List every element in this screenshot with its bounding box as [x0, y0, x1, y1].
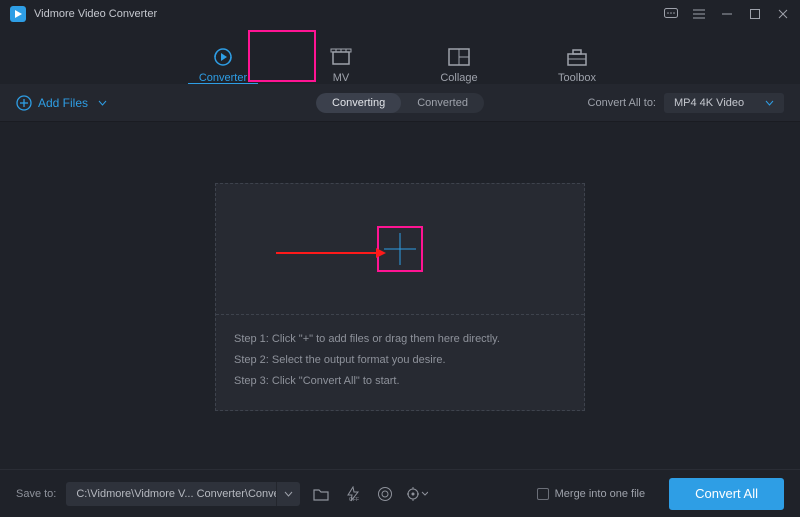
convert-all-to-label: Convert All to: — [588, 97, 656, 109]
footer-bar: Save to: C:\Vidmore\Vidmore V... Convert… — [0, 469, 800, 517]
step-text: Step 2: Select the output format you des… — [234, 350, 566, 371]
chevron-down-icon — [284, 491, 293, 497]
save-path-box: C:\Vidmore\Vidmore V... Converter\Conver… — [66, 482, 300, 506]
feedback-icon[interactable] — [664, 7, 678, 21]
title-bar: Vidmore Video Converter — [0, 0, 800, 28]
app-title: Vidmore Video Converter — [34, 8, 157, 20]
convert-all-button[interactable]: Convert All — [669, 478, 784, 510]
svg-text:OFF: OFF — [349, 497, 359, 502]
convert-all-to: Convert All to: MP4 4K Video — [588, 93, 784, 113]
chevron-down-icon — [421, 491, 428, 496]
tab-collage[interactable]: Collage — [424, 42, 494, 84]
close-icon[interactable] — [776, 7, 790, 21]
secondary-bar: Add Files Converting Converted Convert A… — [0, 84, 800, 122]
tab-label: MV — [333, 72, 350, 84]
stage: Step 1: Click "+" to add files or drag t… — [0, 122, 800, 472]
menu-icon[interactable] — [692, 7, 706, 21]
tab-converter[interactable]: Converter — [188, 42, 258, 84]
annotation-arrow-icon — [276, 246, 386, 260]
merge-label: Merge into one file — [555, 488, 646, 500]
convert-all-label: Convert All — [695, 486, 758, 501]
collage-icon — [448, 46, 470, 68]
maximize-icon[interactable] — [748, 7, 762, 21]
save-path-dropdown[interactable] — [276, 482, 300, 506]
tab-label: Toolbox — [558, 72, 596, 84]
status-tabs: Converting Converted — [316, 93, 484, 113]
tab-mv[interactable]: MV — [306, 42, 376, 84]
toolbox-icon — [566, 46, 588, 68]
step-text: Step 1: Click "+" to add files or drag t… — [234, 329, 566, 350]
plus-circle-icon — [16, 95, 32, 111]
tab-converted[interactable]: Converted — [401, 93, 484, 113]
tab-toolbox[interactable]: Toolbox — [542, 42, 612, 84]
merge-checkbox[interactable]: Merge into one file — [537, 488, 646, 500]
save-to-label: Save to: — [16, 488, 56, 500]
dropzone-steps: Step 1: Click "+" to add files or drag t… — [216, 315, 584, 410]
chevron-down-icon — [765, 100, 774, 106]
high-speed-icon[interactable] — [374, 483, 396, 505]
tab-converting[interactable]: Converting — [316, 93, 401, 113]
save-path-value[interactable]: C:\Vidmore\Vidmore V... Converter\Conver… — [66, 488, 276, 500]
add-files-label: Add Files — [38, 96, 88, 110]
hardware-accel-icon[interactable]: OFF — [342, 483, 364, 505]
dropzone-top — [216, 184, 584, 314]
app-logo-icon — [10, 6, 26, 22]
checkbox-icon — [537, 488, 549, 500]
settings-icon[interactable] — [406, 483, 428, 505]
open-folder-icon[interactable] — [310, 483, 332, 505]
step-text: Step 3: Click "Convert All" to start. — [234, 371, 566, 392]
converter-icon — [212, 46, 234, 68]
add-files-button[interactable]: Add Files — [16, 95, 107, 111]
tab-label: Converter — [199, 72, 247, 84]
tab-label: Collage — [440, 72, 477, 84]
dropzone[interactable]: Step 1: Click "+" to add files or drag t… — [215, 183, 585, 411]
output-format-select[interactable]: MP4 4K Video — [664, 93, 784, 113]
main-nav: Converter MV Collage Toolbox — [0, 28, 800, 84]
mv-icon — [330, 46, 352, 68]
chevron-down-icon — [98, 100, 107, 106]
output-format-value: MP4 4K Video — [674, 97, 744, 109]
minimize-icon[interactable] — [720, 7, 734, 21]
